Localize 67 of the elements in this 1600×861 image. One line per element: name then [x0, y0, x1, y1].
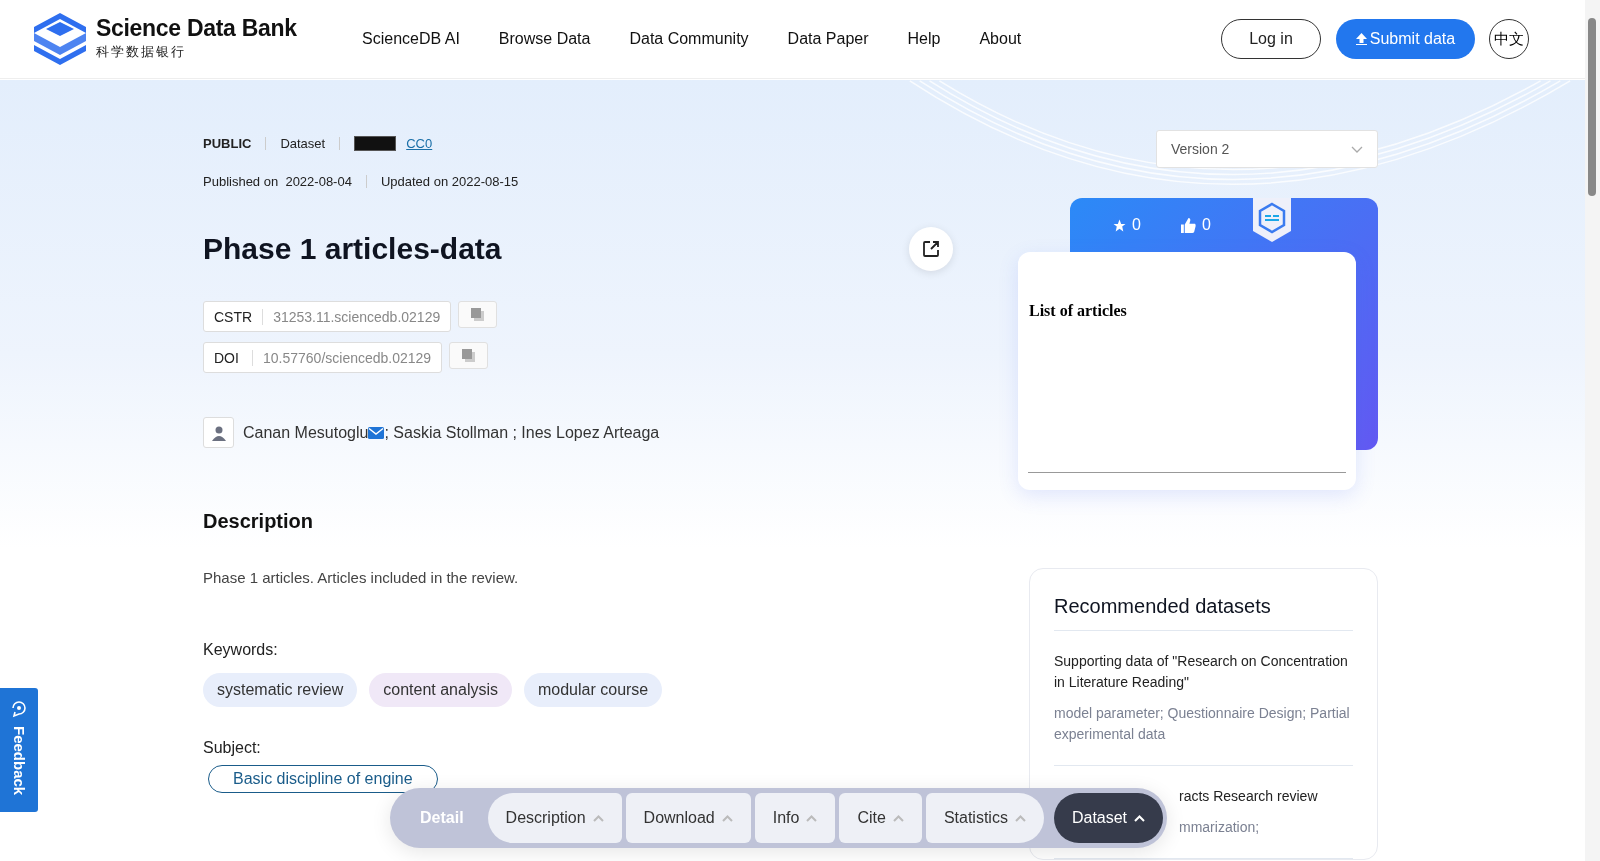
recommended-title[interactable]: Supporting data of "Research on Concentration in Literature Reading"	[1054, 651, 1353, 693]
recommended-keywords: model parameter; Questionnaire Design; Partial experimental data	[1054, 704, 1351, 744]
logo-title: Science Data Bank	[96, 17, 297, 40]
nav-link[interactable]: Help	[907, 30, 941, 48]
copy-icon	[461, 348, 476, 363]
nav-link[interactable]: Data Paper	[787, 30, 869, 48]
nav-link[interactable]: Data Community	[629, 30, 749, 48]
scrollbar[interactable]	[1585, 0, 1600, 861]
copy-button[interactable]	[449, 342, 489, 369]
star-icon	[1113, 218, 1126, 232]
keyword-tag[interactable]: systematic review	[203, 673, 358, 707]
nav-link[interactable]: About	[979, 30, 1022, 48]
chevron-up-icon	[1014, 814, 1026, 822]
copy-button[interactable]	[458, 301, 498, 328]
share-icon	[922, 240, 940, 258]
chevron-up-icon	[806, 814, 818, 822]
submit-data-button[interactable]: Submit data	[1336, 19, 1475, 59]
subject-label: Subject:	[203, 739, 262, 757]
identifier-field: DOI 10.57760/sciencedb.02129	[203, 342, 443, 373]
access-label: PUBLIC	[203, 136, 252, 151]
author-name[interactable]: Canan Mesutoglu	[243, 423, 369, 442]
keywords-label: Keywords:	[203, 641, 279, 659]
keyword-tag[interactable]: content analysis	[369, 673, 512, 707]
recommended-title[interactable]: racts Research review	[1179, 786, 1353, 807]
license-link[interactable]: CC0	[406, 136, 433, 151]
chevron-down-icon	[1351, 145, 1363, 153]
copy-icon	[470, 307, 485, 322]
hexagon-badge-icon	[1253, 198, 1291, 242]
language-button[interactable]: 中文	[1489, 19, 1529, 59]
published-date: 2022-08-04	[285, 174, 352, 189]
person-icon	[203, 417, 234, 448]
star-count: 0	[1132, 216, 1141, 234]
section-tab[interactable]: Dataset	[1053, 793, 1164, 843]
like-count: 0	[1201, 216, 1211, 234]
logo-subtitle: 科学数据银行	[96, 43, 187, 61]
license-badge-icon	[354, 136, 397, 151]
upload-icon	[1355, 33, 1367, 45]
section-tab[interactable]: Statistics	[925, 793, 1044, 843]
nav-link[interactable]: Browse Data	[498, 30, 591, 48]
chevron-up-icon	[721, 814, 733, 822]
chat-icon	[9, 698, 29, 718]
author-name[interactable]: ; Saskia Stollman ; Ines Lopez Arteaga	[384, 423, 660, 442]
description-heading: Description	[203, 510, 315, 533]
dataset-title: Phase 1 articles-data	[203, 232, 502, 266]
recommended-keywords: mmarization;	[1179, 818, 1261, 837]
chevron-up-icon	[592, 814, 604, 822]
login-button[interactable]: Log in	[1221, 19, 1321, 59]
recommended-heading: Recommended datasets	[1054, 595, 1353, 631]
nav-link[interactable]: ScienceDB AI	[362, 30, 460, 48]
section-tab[interactable]: Description	[487, 793, 622, 843]
logo-icon	[32, 11, 88, 67]
updated-date: Updated on 2022-08-15	[380, 174, 519, 189]
keyword-tag[interactable]: modular course	[524, 673, 663, 707]
type-label: Dataset	[280, 136, 326, 151]
chevron-up-icon	[892, 814, 904, 822]
identifier-field: CSTR 31253.11.sciencedb.02129	[203, 301, 452, 332]
version-select[interactable]: Version 2	[1156, 130, 1378, 168]
section-tab[interactable]: Cite	[839, 793, 922, 843]
description-text: Phase 1 articles. Articles included in the review.	[203, 569, 520, 586]
section-nav-label: Detail	[419, 809, 465, 827]
section-tab[interactable]: Info	[754, 793, 836, 843]
preview-title: List of articles	[1029, 302, 1127, 320]
section-tab[interactable]: Download	[625, 793, 751, 843]
chevron-up-icon	[1134, 814, 1146, 822]
published-label: Published on	[203, 174, 279, 189]
feedback-tab[interactable]: Feedback	[0, 688, 38, 812]
thumbs-up-icon	[1180, 217, 1196, 233]
